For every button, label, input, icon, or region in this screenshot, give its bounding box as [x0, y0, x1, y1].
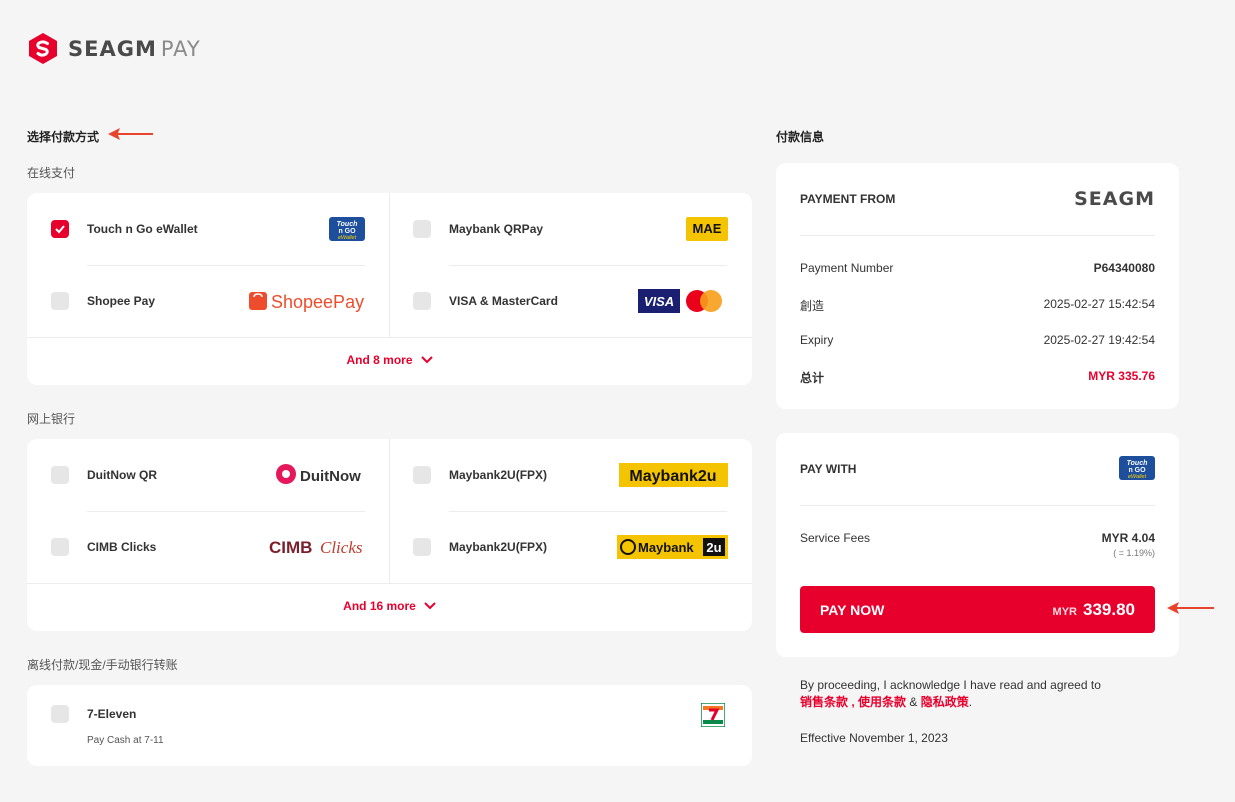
option-duitnow-qr[interactable]: DuitNow QR [51, 463, 157, 487]
created-value: 2025-02-27 15:42:54 [1043, 297, 1155, 311]
svg-text:eWallet: eWallet [338, 235, 357, 241]
checkbox[interactable] [413, 538, 431, 556]
svg-text:Clicks: Clicks [320, 538, 363, 557]
expiry-label: Expiry [800, 333, 834, 347]
checkbox[interactable] [413, 466, 431, 484]
pay-with-card: PAY WITH Touch n GO eWallet Service Fees… [776, 433, 1179, 657]
checkbox-checked[interactable] [51, 220, 69, 238]
option-seven-eleven[interactable]: 7-Eleven [51, 702, 136, 726]
svg-text:ShopeePay: ShopeePay [271, 292, 364, 312]
pay-now-button[interactable]: PAY NOW MYR 339.80 [800, 586, 1155, 633]
privacy-policy-link[interactable]: 隐私政策 [921, 695, 969, 709]
checkbox[interactable] [51, 466, 69, 484]
checkbox[interactable] [51, 705, 69, 723]
option-shopee-pay[interactable]: Shopee Pay [51, 289, 155, 313]
total-label: 总计 [800, 371, 825, 385]
seven-eleven-sub: Pay Cash at 7-11 [87, 735, 164, 746]
total-value: MYR 335.76 [1088, 369, 1155, 383]
service-fees-label: Service Fees [800, 531, 871, 545]
svg-text:Maybank: Maybank [638, 540, 694, 555]
svg-text:Touch: Touch [1127, 460, 1148, 467]
red-arrow-icon [108, 128, 153, 140]
option-visa-mastercard[interactable]: VISA & MasterCard [413, 289, 558, 313]
svg-text:2u: 2u [706, 540, 721, 555]
touch-n-go-logo: Touch n GO eWallet [329, 217, 365, 241]
offline-payment-title: 离线付款/现金/手动银行转账 [27, 658, 178, 672]
show-more-online[interactable]: And 8 more [27, 353, 752, 367]
select-payment-heading: 选择付款方式 [27, 130, 100, 144]
maybank-2u-fpx-logo: Maybank 2u [617, 535, 728, 559]
created-label: 創造 [800, 299, 825, 313]
payment-number-label: Payment Number [800, 261, 894, 275]
logo-wordmark: SEAGM PAY [68, 36, 201, 61]
payment-from-card: PAYMENT FROM SEAGM Payment Number P64340… [776, 163, 1179, 409]
online-banking-card: DuitNow QR DuitNow Maybank2U(FPX) Mayban… [27, 439, 752, 631]
service-fees-value: MYR 4.04 [1101, 531, 1155, 545]
legal-text: By proceeding, I acknowledge I have read… [800, 678, 1101, 709]
option-touch-n-go[interactable]: Touch n Go eWallet [51, 217, 198, 241]
mae-logo: MAE [686, 217, 728, 241]
checkbox[interactable] [51, 292, 69, 310]
option-maybank2u-fpx-2[interactable]: Maybank2U(FPX) [413, 535, 547, 559]
chevron-down-icon [424, 602, 436, 610]
svg-text:n GO: n GO [338, 228, 356, 235]
red-arrow-icon [1167, 602, 1214, 614]
seagm-pay-logo[interactable]: SEAGM PAY [28, 32, 201, 65]
online-payment-card: Touch n Go eWallet Touch n GO eWallet Ma… [27, 193, 752, 385]
touch-n-go-logo: Touch n GO eWallet [1119, 456, 1155, 485]
svg-text:Touch: Touch [337, 221, 358, 228]
seagm-logo-icon [29, 33, 57, 64]
maybank2u-logo: Maybank2u [619, 463, 728, 487]
payment-from-title: PAYMENT FROM [800, 192, 896, 206]
payment-info-heading: 付款信息 [776, 130, 825, 144]
terms-of-use-link[interactable]: 使用条款 [858, 695, 906, 709]
svg-text:eWallet: eWallet [1128, 474, 1147, 480]
service-fees-rate: ( = 1.19%) [1113, 548, 1155, 558]
online-payment-title: 在线支付 [27, 166, 76, 180]
expiry-value: 2025-02-27 19:42:54 [1043, 333, 1155, 347]
effective-date: Effective November 1, 2023 [800, 731, 948, 745]
seven-eleven-logo [701, 703, 725, 727]
svg-text:DuitNow: DuitNow [300, 468, 361, 485]
checkbox[interactable] [51, 538, 69, 556]
duitnow-logo: DuitNow [275, 462, 365, 488]
checkbox[interactable] [413, 292, 431, 310]
option-maybank-qrpay[interactable]: Maybank QRPay [413, 217, 543, 241]
svg-text:CIMB: CIMB [269, 538, 312, 557]
online-banking-title: 网上银行 [27, 412, 76, 426]
offline-payment-card: 7-Eleven Pay Cash at 7-11 [27, 685, 752, 766]
pay-with-title: PAY WITH [800, 462, 857, 476]
checkbox[interactable] [413, 220, 431, 238]
svg-text:VISA: VISA [644, 294, 674, 309]
option-maybank2u-fpx[interactable]: Maybank2U(FPX) [413, 463, 547, 487]
svg-text:MAE: MAE [693, 221, 722, 236]
payment-number-value: P64340080 [1093, 261, 1155, 275]
cimb-clicks-logo: CIMB Clicks [265, 534, 365, 560]
chevron-down-icon [420, 356, 433, 364]
show-more-banking[interactable]: And 16 more [27, 599, 752, 613]
visa-mastercard-logo: VISA [638, 289, 728, 313]
sales-terms-link[interactable]: 销售条款 [800, 695, 848, 709]
shopeepay-logo: ShopeePay [245, 288, 365, 314]
check-icon [55, 225, 65, 234]
svg-text:n GO: n GO [1128, 467, 1146, 474]
svg-text:Maybank2u: Maybank2u [629, 468, 716, 485]
option-cimb-clicks[interactable]: CIMB Clicks [51, 535, 156, 559]
merchant-logo: SEAGM [1074, 188, 1155, 210]
